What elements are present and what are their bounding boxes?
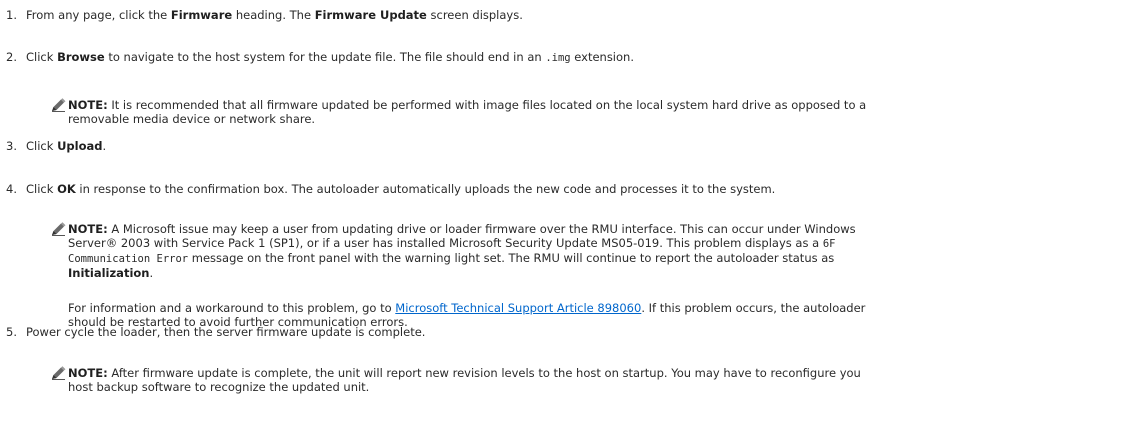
step-3: 3. Click Upload. — [6, 139, 1133, 153]
note-3: NOTE: After firmware update is complete,… — [52, 366, 1126, 394]
step-text: Power cycle the loader, then the server … — [26, 325, 426, 339]
pencil-note-icon — [52, 222, 66, 236]
error-code: 6F — [822, 238, 836, 250]
support-article-link[interactable]: Microsoft Technical Support Article 8980… — [395, 301, 641, 315]
status-initialization: Initialization — [68, 266, 150, 280]
step-number: 2. — [6, 50, 17, 64]
step-1: 1. From any page, click the Firmware head… — [6, 8, 1133, 22]
step-4: 4. Click OK in response to the confirmati… — [6, 182, 1133, 196]
file-extension-code: .img — [545, 52, 571, 64]
step-number: 1. — [6, 8, 17, 22]
note-2: NOTE: A Microsoft issue may keep a user … — [52, 222, 1126, 280]
pencil-note-icon — [51, 98, 66, 112]
step-2: 2. Click Browse to navigate to the host s… — [6, 50, 1133, 65]
note-1: NOTE: It is recommended that all firmwar… — [51, 98, 1126, 126]
step-text: From any page, click the Firmware headin… — [26, 8, 523, 22]
pencil-note-icon — [52, 366, 66, 380]
step-text: Click OK in response to the confirmation… — [26, 182, 776, 196]
step-number: 5. — [6, 325, 17, 339]
step-number: 3. — [6, 139, 17, 153]
step-5: 5. Power cycle the loader, then the serve… — [6, 325, 1133, 339]
step-text: Click Browse to navigate to the host sys… — [26, 50, 634, 64]
step-number: 4. — [6, 182, 17, 196]
step-text: Click Upload. — [26, 139, 107, 153]
error-message-code: Communication Error — [68, 253, 189, 265]
